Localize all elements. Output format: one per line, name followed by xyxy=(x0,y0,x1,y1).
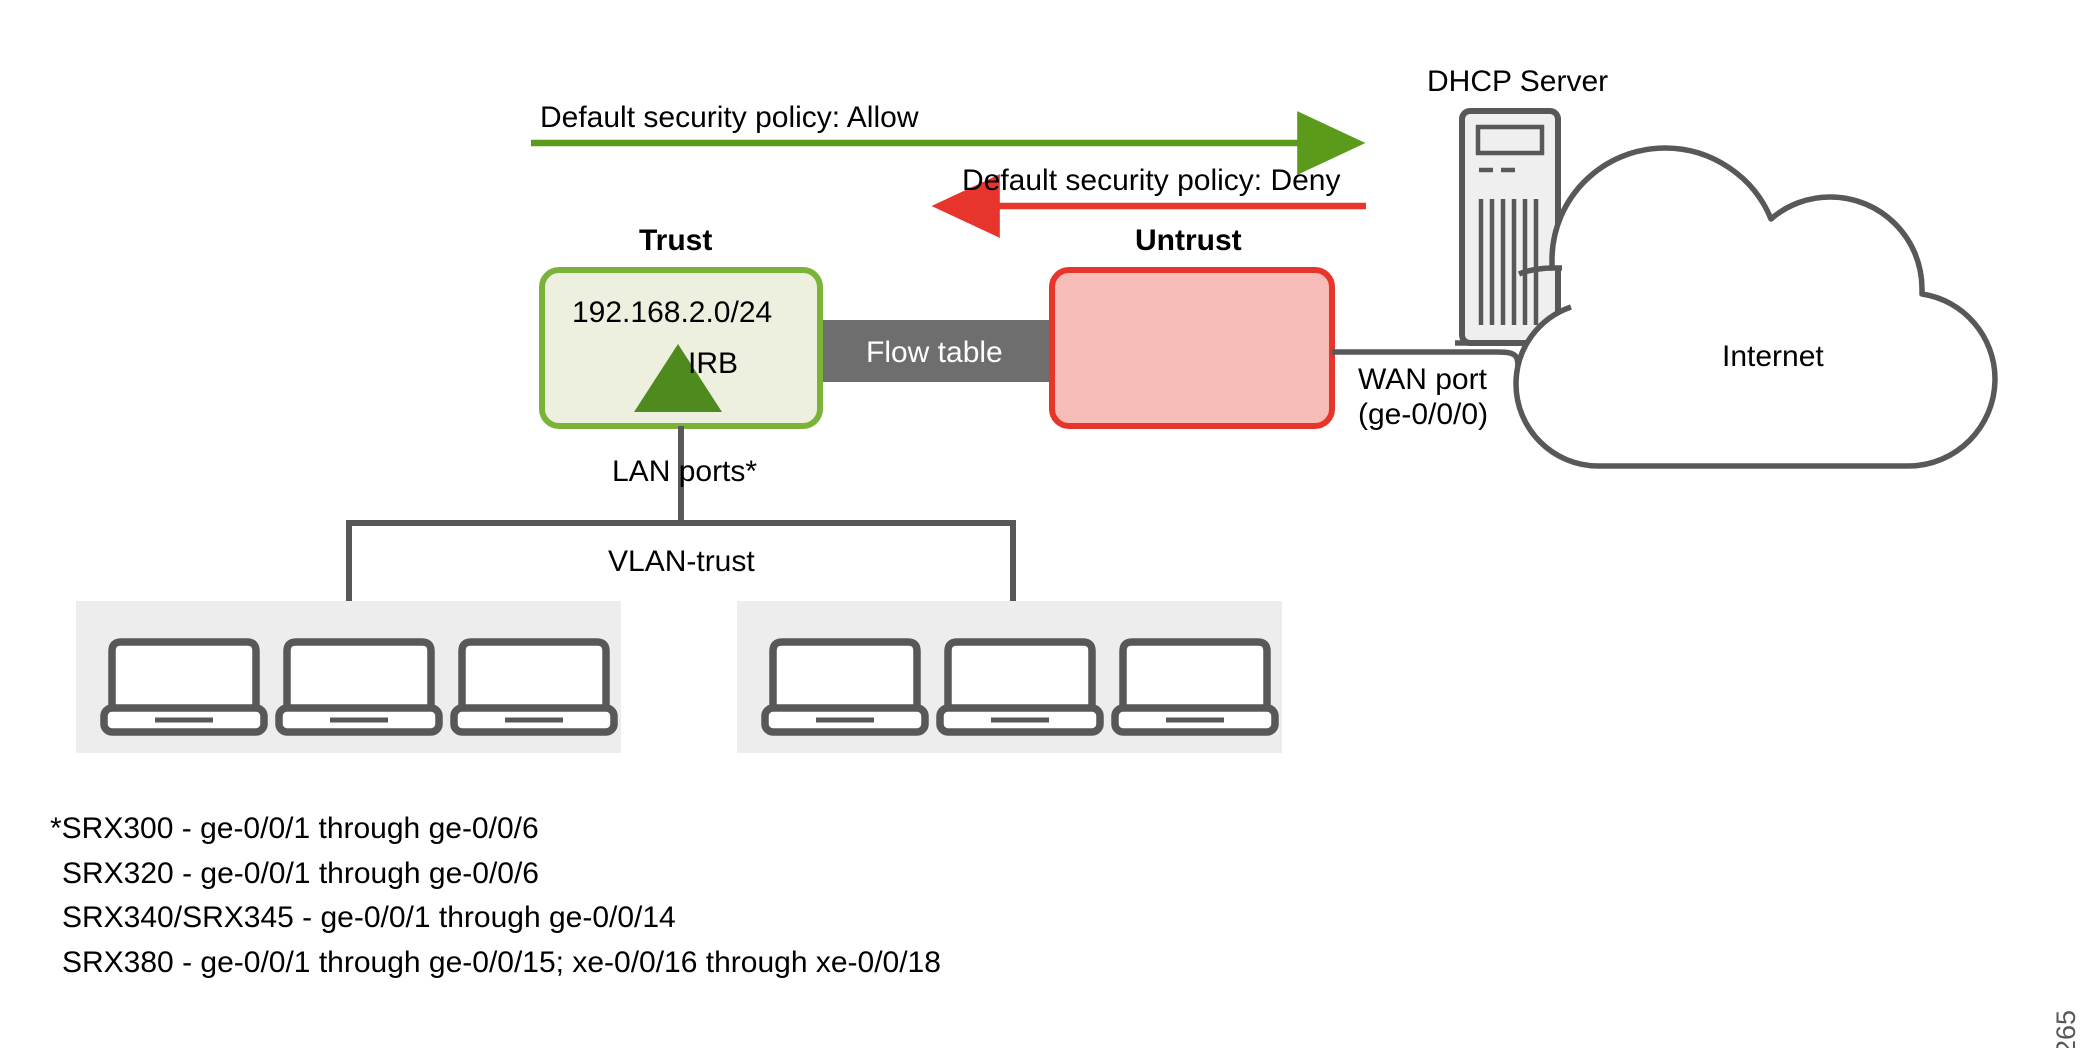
laptop-group-left xyxy=(76,601,621,753)
footnote-item: SRX340/SRX345 - ge-0/0/1 through ge-0/0/… xyxy=(62,901,676,935)
internet-cloud-icon xyxy=(1513,145,1998,469)
footnote-item: SRX380 - ge-0/0/1 through ge-0/0/15; xe-… xyxy=(62,945,941,979)
footnote-item: *SRX300 - ge-0/0/1 through ge-0/0/6 xyxy=(50,812,539,845)
dhcp-server-label: DHCP Server xyxy=(1427,65,1609,98)
untrust-zone-box xyxy=(1049,267,1335,429)
footnote-list: *SRX300 - ge-0/0/1 through ge-0/0/6 SRX3… xyxy=(50,812,941,990)
laptop-icon xyxy=(1111,638,1279,736)
laptop-icon xyxy=(450,638,618,736)
wan-port-label-line1: WAN port xyxy=(1358,363,1487,396)
irb-label: IRB xyxy=(688,347,739,380)
laptop-icon xyxy=(936,638,1104,736)
policy-deny-label: Default security policy: Deny xyxy=(962,164,1341,197)
policy-allow-label: Default security policy: Allow xyxy=(540,101,919,134)
trust-subnet-label: 192.168.2.0/24 xyxy=(572,296,773,329)
footnote-item: SRX320 - ge-0/0/1 through ge-0/0/6 xyxy=(62,856,539,890)
untrust-zone-title: Untrust xyxy=(1135,224,1242,257)
diagram-canvas: Default security policy: Allow Default s… xyxy=(0,0,2100,1048)
laptop-icon xyxy=(761,638,929,736)
internet-label: Internet xyxy=(1722,340,1824,373)
trust-zone-title: Trust xyxy=(639,224,713,257)
laptop-icon xyxy=(275,638,443,736)
laptop-icon xyxy=(100,638,268,736)
wan-port-label-line2: (ge-0/0/0) xyxy=(1358,398,1489,431)
figure-id-watermark: jn-000265 xyxy=(2051,1010,2082,1048)
vlan-trust-label: VLAN-trust xyxy=(608,545,755,578)
laptop-group-right xyxy=(737,601,1282,753)
lan-ports-label: LAN ports* xyxy=(612,455,758,488)
flow-table-label: Flow table xyxy=(866,336,1003,369)
